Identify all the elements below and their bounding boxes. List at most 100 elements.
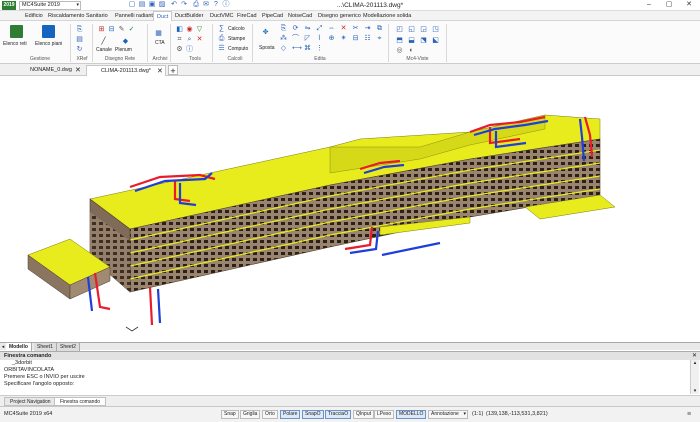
email-icon[interactable]: ✉ [202,1,210,9]
stampe-icon[interactable]: ⎙ [218,35,225,42]
tool-color-icon[interactable]: ◉ [186,26,193,33]
align-icon[interactable]: ⊟ [352,35,359,42]
tab-pipecad[interactable]: PipeCad [259,11,286,21]
properties-icon[interactable]: ☷ [364,35,371,42]
toggle-modello[interactable]: MODELLO [396,410,427,419]
canale-icon[interactable]: ╱ [100,38,107,45]
suite-select[interactable]: MC4Suite 2019 ▾ [19,1,81,10]
join-icon[interactable]: ⊕ [328,35,335,42]
canale-button[interactable]: Canale [96,47,112,53]
tool-filter-icon[interactable]: ▽ [196,26,203,33]
view-iso-se-icon[interactable]: ⬓ [408,37,415,44]
layout-tab-sheet2[interactable]: Sheet2 [57,343,80,351]
save-as-icon[interactable]: ▨ [158,1,166,9]
redo-icon[interactable]: ↷ [180,1,188,9]
layout-tab-modello[interactable]: Modello [6,343,32,351]
tool-layer-icon[interactable]: ◧ [176,26,183,33]
scale-icon[interactable]: ⤢ [316,25,323,32]
mirror-icon[interactable]: ⇋ [304,25,311,32]
save-icon[interactable]: ▣ [148,1,156,9]
toggle-snap[interactable]: Snap [221,410,239,419]
close-window-button[interactable]: ✕ [680,0,698,10]
info-icon[interactable]: ⓘ [222,1,230,9]
tab-ductvmc[interactable]: DuctVMC [207,11,237,21]
divide-icon[interactable]: ⋮ [316,45,323,52]
annotation-select[interactable]: Annotazione ▾ [428,410,468,419]
stretch-icon[interactable]: ⇔ [328,25,335,32]
tab-ductbuilder[interactable]: DuctBuilder [172,11,206,21]
stampe-button[interactable]: Stampe [228,36,245,42]
minimize-button[interactable]: – [640,0,658,10]
duct-check-icon[interactable]: ✓ [128,26,135,33]
explode-icon[interactable]: ✶ [340,35,347,42]
xref-attach-icon[interactable]: ⎘ [76,26,83,33]
scroll-down-icon[interactable]: ▾ [691,388,699,394]
match-icon[interactable]: ⌖ [376,35,383,42]
grip-icon[interactable]: ◇ [280,45,287,52]
undo-icon[interactable]: ↶ [170,1,178,9]
tab-sanitario[interactable]: Sanitario [83,11,111,21]
cta-icon[interactable]: ▦ [155,30,162,37]
toggle-lpeso[interactable]: LPeso [374,410,395,419]
computo-icon[interactable]: ☰ [218,45,225,52]
xref-reload-icon[interactable]: ↻ [76,46,83,53]
erase-icon[interactable]: ✕ [340,25,347,32]
view-top-icon[interactable]: ◰ [396,26,403,33]
view-back-icon[interactable]: ◳ [432,26,439,33]
trim-icon[interactable]: ✂ [352,25,359,32]
tab-noisecad[interactable]: NoiseCad [285,11,315,21]
doc-tab-noname[interactable]: NONAME_0.dwg ✕ [0,65,84,76]
menu-icon[interactable]: ≡ [684,411,694,419]
plenum-icon[interactable]: ◆ [122,38,129,45]
tab-riscaldamento[interactable]: Riscaldamento [45,11,87,21]
tab-duct[interactable]: Duct [153,11,173,21]
duct-edit-icon[interactable]: ✎ [118,26,125,33]
toggle-qinput[interactable]: QInput [353,410,375,419]
view-side-icon[interactable]: ◲ [420,26,427,33]
toggle-griglia[interactable]: Griglia [240,410,261,419]
floor-list-icon[interactable] [42,25,55,38]
toggle-tracciao[interactable]: TracciaO [325,410,352,419]
command-scrollbar[interactable]: ▴ ▾ [690,360,699,394]
new-icon[interactable]: ▢ [128,1,136,9]
extend-icon[interactable]: ⇥ [364,25,371,32]
close-icon[interactable]: ✕ [75,65,81,76]
sposta-button[interactable]: Sposta [259,45,275,51]
layout-tab-sheet1[interactable]: Sheet1 [34,343,57,351]
open-icon[interactable]: ▤ [138,1,146,9]
computo-button[interactable]: Computo [228,46,248,52]
tool-info-icon[interactable]: ⓘ [186,46,193,53]
toggle-orto[interactable]: Orto [262,410,278,419]
maximize-button[interactable]: ▢ [660,0,678,10]
panel-tab-finestra-comando[interactable]: Finestra comando [54,397,107,406]
drawing-canvas[interactable] [0,77,700,342]
move-icon[interactable]: ✥ [262,29,269,36]
network-list-icon[interactable] [10,25,23,38]
fillet-icon[interactable]: ⌒ [292,35,299,42]
scroll-up-icon[interactable]: ▴ [691,360,699,366]
view-orbit-icon[interactable]: ◎ [396,47,403,54]
cta-button[interactable]: CTA [155,40,165,46]
duct-connect-icon[interactable]: ⊟ [108,26,115,33]
plenum-button[interactable]: Plenum [115,47,132,53]
chamfer-icon[interactable]: ◸ [304,35,311,42]
help-icon[interactable]: ? [212,1,220,9]
xref-manager-icon[interactable]: ▤ [76,36,83,43]
copy-icon[interactable]: ⎘ [280,25,287,32]
tool-settings-icon[interactable]: ⚙ [176,46,183,53]
pedit-icon[interactable]: ⌘ [304,45,311,52]
tab-modellazione-solida[interactable]: Modellazione solida [360,11,414,21]
break-icon[interactable]: ⌇ [316,35,323,42]
lengthen-icon[interactable]: ⟷ [292,45,302,52]
tool-measure-icon[interactable]: ⌗ [176,36,183,43]
view-iso-ne-icon[interactable]: ⬔ [420,37,427,44]
tool-find-icon[interactable]: ⌕ [186,36,193,43]
calcolo-button[interactable]: Calcolo [228,26,245,32]
tab-disegno-generico[interactable]: Disegno generico [315,11,364,21]
calcolo-icon[interactable]: ∑ [218,25,225,32]
array-icon[interactable]: ⁂ [280,35,287,42]
view-iso-sw-icon[interactable]: ⬒ [396,37,403,44]
rotate-icon[interactable]: ⟳ [292,25,299,32]
duct-draw-icon[interactable]: ⊞ [98,26,105,33]
new-tab-icon[interactable]: + [168,65,178,76]
